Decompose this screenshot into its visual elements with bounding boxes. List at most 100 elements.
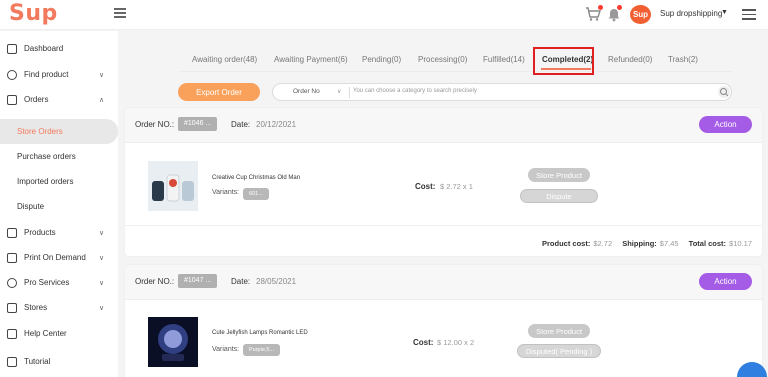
shipping-label: Shipping: <box>622 239 657 248</box>
cost-label: Cost: <box>415 182 436 191</box>
sidebar-subitem-label: Imported orders <box>17 177 74 186</box>
product-cost-label: Product cost: <box>542 239 591 248</box>
orders-icon <box>7 94 17 105</box>
sidebar-item-find-product[interactable]: Find product ∨ <box>0 62 118 87</box>
divider <box>125 225 762 226</box>
search-input[interactable]: You can choose a category to search prec… <box>353 88 477 94</box>
tab-fulfilled[interactable]: Fulfilled(14) <box>483 55 525 64</box>
tutorial-icon <box>7 356 17 367</box>
sidebar-item-products[interactable]: Products ∨ <box>0 220 118 245</box>
sidebar-item-label: Tutorial <box>24 357 51 366</box>
sidebar-subitem-store-orders[interactable]: Store Orders <box>0 119 118 144</box>
order-number-label: Order NO.: <box>135 120 175 129</box>
sidebar-subitem-label: Dispute <box>17 202 45 211</box>
chevron-down-icon[interactable]: ∨ <box>337 88 341 95</box>
sidebar-item-help-center[interactable]: Help Center <box>0 321 118 346</box>
order-totals: Product cost: $2.72 Shipping: $7.45 Total … <box>542 239 752 248</box>
tabs-divider <box>178 71 732 72</box>
sidebar-subitem-label: Store Orders <box>17 127 63 136</box>
chevron-down-icon: ∨ <box>99 254 105 262</box>
completed-tab-highlight-box <box>533 47 594 75</box>
product-image <box>148 317 198 367</box>
tab-pending[interactable]: Pending(0) <box>362 55 401 64</box>
divider <box>349 87 350 98</box>
sidebar-item-label: Dashboard <box>24 44 64 53</box>
sidebar-item-label: Help Center <box>24 329 67 338</box>
sidebar-subitem-dispute[interactable]: Dispute <box>0 194 118 219</box>
search-bar: Order No ∨ You can choose a category to … <box>272 83 732 101</box>
user-name[interactable]: Sup dropshipping <box>660 9 722 18</box>
chevron-down-icon: ∨ <box>99 71 105 79</box>
search-product-icon <box>7 69 17 80</box>
dashboard-icon <box>7 43 17 54</box>
search-category-select[interactable]: Order No <box>293 88 320 95</box>
chevron-down-icon: ∨ <box>99 304 105 312</box>
export-order-button[interactable]: Export Order <box>178 83 260 101</box>
sidebar-item-stores[interactable]: Stores ∨ <box>0 295 118 320</box>
stores-icon <box>7 302 17 313</box>
dispute-button[interactable]: Dispute <box>520 189 598 203</box>
sidebar: Dashboard Find product ∨ Orders ∧ Store … <box>0 31 118 377</box>
pro-services-icon <box>7 277 17 288</box>
order-card: Order NO.: #1047 ... Date: 28/05/2021 Ac… <box>125 265 762 377</box>
action-button[interactable]: Action <box>699 116 752 133</box>
sidebar-subitem-purchase-orders[interactable]: Purchase orders <box>0 144 118 169</box>
sidebar-item-pro-services[interactable]: Pro Services ∨ <box>0 270 118 295</box>
order-date: 28/05/2021 <box>256 277 297 286</box>
chevron-down-icon: ∨ <box>99 279 105 287</box>
products-icon <box>7 227 17 238</box>
sidebar-item-label: Print On Demand <box>24 253 86 262</box>
logo[interactable]: Sup <box>9 1 58 26</box>
tab-refunded[interactable]: Refunded(0) <box>608 55 652 64</box>
chevron-down-icon[interactable]: ▼ <box>721 9 728 16</box>
store-product-button[interactable]: Store Product <box>528 168 590 182</box>
tab-awaiting-order[interactable]: Awaiting order(48) <box>192 55 257 64</box>
print-icon <box>7 252 17 263</box>
tab-awaiting-payment[interactable]: Awaiting Payment(6) <box>274 55 348 64</box>
shipping-value: $7.45 <box>659 239 679 248</box>
avatar[interactable]: Sup <box>630 5 651 24</box>
cart-notification-dot <box>598 5 603 10</box>
cost-value: $ 12.00 x 2 <box>437 338 475 347</box>
menu-icon[interactable] <box>114 8 126 18</box>
chevron-down-icon: ∨ <box>99 229 105 237</box>
help-icon <box>7 328 17 339</box>
sidebar-subitem-label: Purchase orders <box>17 152 76 161</box>
sidebar-subitem-imported-orders[interactable]: Imported orders <box>0 169 118 194</box>
hamburger-menu-icon[interactable] <box>742 9 756 21</box>
order-number[interactable]: #1046 ... <box>178 117 218 131</box>
cost-label: Cost: <box>413 338 434 347</box>
cost-value: $ 2.72 x 1 <box>440 182 473 191</box>
sidebar-item-print-on-demand[interactable]: Print On Demand ∨ <box>0 245 118 270</box>
product-name[interactable]: Creative Cup Christmas Old Man <box>212 175 300 181</box>
order-number-label: Order NO.: <box>135 277 175 286</box>
tab-trash[interactable]: Trash(2) <box>668 55 698 64</box>
variant-badge: Purple,5... <box>243 344 281 356</box>
variants-label: Variants: <box>212 189 240 196</box>
sidebar-item-label: Pro Services <box>24 278 70 287</box>
order-date: 20/12/2021 <box>256 120 297 129</box>
date-label: Date: <box>231 277 251 286</box>
total-cost-value: $10.17 <box>729 239 752 248</box>
product-image <box>148 161 198 211</box>
sidebar-item-label: Find product <box>24 70 69 79</box>
sidebar-item-orders[interactable]: Orders ∧ <box>0 87 118 112</box>
action-button[interactable]: Action <box>699 273 752 290</box>
sidebar-item-dashboard[interactable]: Dashboard <box>0 36 118 61</box>
store-product-button[interactable]: Store Product <box>528 324 590 338</box>
search-icon[interactable] <box>718 86 730 98</box>
bell-notification-dot <box>617 5 622 10</box>
date-label: Date: <box>231 120 251 129</box>
order-card-header: Order NO.: #1047 ... Date: 28/05/2021 Ac… <box>125 265 762 300</box>
variant-badge: 601... <box>243 188 269 200</box>
sidebar-item-label: Stores <box>24 303 48 312</box>
total-cost-label: Total cost: <box>688 239 727 248</box>
sidebar-item-label: Orders <box>24 95 49 104</box>
disputed-pending-button[interactable]: Disputed( Pending ) <box>517 344 601 358</box>
variants-label: Variants: <box>212 346 240 353</box>
sidebar-item-tutorial[interactable]: Tutorial <box>0 349 118 374</box>
product-cost-value: $2.72 <box>593 239 613 248</box>
tab-processing[interactable]: Processing(0) <box>418 55 467 64</box>
order-number[interactable]: #1047 ... <box>178 274 218 288</box>
product-name[interactable]: Cute Jellyfish Lamps Romantic LED <box>212 330 308 336</box>
